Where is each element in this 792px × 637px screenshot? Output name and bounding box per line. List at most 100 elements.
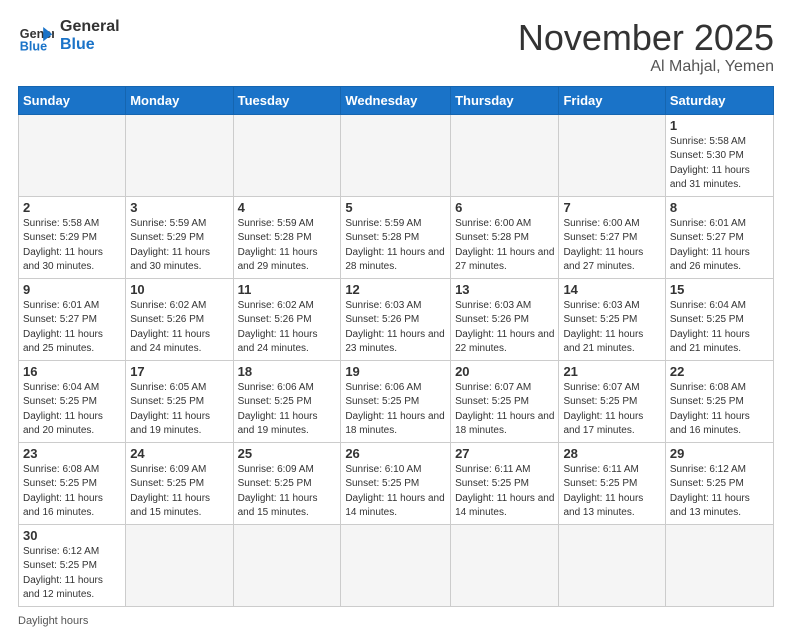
day-number: 20 [455, 364, 554, 379]
day-info: Sunrise: 6:09 AM Sunset: 5:25 PM Dayligh… [238, 463, 337, 521]
calendar-week-row: 23Sunrise: 6:08 AM Sunset: 5:25 PM Dayli… [19, 442, 774, 524]
calendar-cell: 21 Sunrise: 6:07 AM Sunset: 5:25 PM Dayli… [559, 360, 665, 442]
calendar-cell [665, 524, 773, 606]
calendar-cell [126, 524, 233, 606]
day-number: 21 [563, 364, 660, 379]
day-number: 3 [130, 200, 228, 215]
day-info: Sunrise: 6:08 AM Sunset: 5:25 PM Dayligh… [670, 381, 769, 439]
day-number: 17 [130, 364, 228, 379]
day-info: Sunrise: 5:59 AM Sunset: 5:28 PM Dayligh… [238, 217, 337, 275]
calendar-cell: 28 Sunrise: 6:11 AM Sunset: 5:25 PM Dayli… [559, 442, 665, 524]
day-info: Sunrise: 6:01 AM Sunset: 5:27 PM Dayligh… [670, 217, 769, 275]
svg-text:Blue: Blue [20, 39, 47, 53]
day-number: 18 [238, 364, 337, 379]
weekday-header-saturday: Saturday [665, 86, 773, 114]
logo: General Blue General Blue [18, 18, 120, 54]
day-number: 11 [238, 282, 337, 297]
day-info: Sunrise: 5:58 AM Sunset: 5:29 PM Dayligh… [23, 217, 121, 275]
calendar-cell: 19 Sunrise: 6:06 AM Sunset: 5:25 PM Dayli… [341, 360, 451, 442]
calendar-cell: 26Sunrise: 6:10 AM Sunset: 5:25 PM Dayli… [341, 442, 451, 524]
day-number: 6 [455, 200, 554, 215]
weekday-header-monday: Monday [126, 86, 233, 114]
day-number: 30 [23, 528, 121, 543]
day-info: Sunrise: 6:04 AM Sunset: 5:25 PM Dayligh… [23, 381, 121, 439]
day-info: Sunrise: 6:00 AM Sunset: 5:27 PM Dayligh… [563, 217, 660, 275]
day-info: Sunrise: 6:03 AM Sunset: 5:26 PM Dayligh… [455, 299, 554, 357]
calendar-cell: 10 Sunrise: 6:02 AM Sunset: 5:26 PM Dayli… [126, 278, 233, 360]
day-number: 10 [130, 282, 228, 297]
day-number: 1 [670, 118, 769, 133]
day-info: Sunrise: 6:10 AM Sunset: 5:25 PM Dayligh… [345, 463, 446, 521]
title-block: November 2025 Al Mahjal, Yemen [518, 18, 774, 76]
calendar-cell: 25 Sunrise: 6:09 AM Sunset: 5:25 PM Dayli… [233, 442, 341, 524]
calendar-week-row: 1Sunrise: 5:58 AM Sunset: 5:30 PM Daylig… [19, 114, 774, 196]
day-number: 19 [345, 364, 446, 379]
calendar-cell: 7 Sunrise: 6:00 AM Sunset: 5:27 PM Daylig… [559, 196, 665, 278]
day-number: 7 [563, 200, 660, 215]
calendar-cell: 8 Sunrise: 6:01 AM Sunset: 5:27 PM Daylig… [665, 196, 773, 278]
day-number: 22 [670, 364, 769, 379]
calendar-week-row: 30 Sunrise: 6:12 AM Sunset: 5:25 PM Dayli… [19, 524, 774, 606]
calendar-cell: 16Sunrise: 6:04 AM Sunset: 5:25 PM Dayli… [19, 360, 126, 442]
day-info: Sunrise: 6:02 AM Sunset: 5:26 PM Dayligh… [130, 299, 228, 357]
calendar-cell: 5 Sunrise: 5:59 AM Sunset: 5:28 PM Daylig… [341, 196, 451, 278]
day-number: 25 [238, 446, 337, 461]
day-info: Sunrise: 6:12 AM Sunset: 5:25 PM Dayligh… [670, 463, 769, 521]
day-info: Sunrise: 6:07 AM Sunset: 5:25 PM Dayligh… [455, 381, 554, 439]
day-number: 29 [670, 446, 769, 461]
day-number: 9 [23, 282, 121, 297]
footer-note: Daylight hours [18, 615, 774, 627]
calendar-cell [19, 114, 126, 196]
month-title: November 2025 [518, 18, 774, 58]
logo-icon: General Blue [18, 18, 54, 54]
day-number: 2 [23, 200, 121, 215]
day-info: Sunrise: 6:12 AM Sunset: 5:25 PM Dayligh… [23, 545, 121, 603]
day-number: 28 [563, 446, 660, 461]
day-number: 14 [563, 282, 660, 297]
day-info: Sunrise: 6:04 AM Sunset: 5:25 PM Dayligh… [670, 299, 769, 357]
weekday-header-thursday: Thursday [451, 86, 559, 114]
day-number: 5 [345, 200, 446, 215]
day-info: Sunrise: 6:05 AM Sunset: 5:25 PM Dayligh… [130, 381, 228, 439]
weekday-header-tuesday: Tuesday [233, 86, 341, 114]
day-number: 23 [23, 446, 121, 461]
day-number: 12 [345, 282, 446, 297]
calendar-cell: 1Sunrise: 5:58 AM Sunset: 5:30 PM Daylig… [665, 114, 773, 196]
day-info: Sunrise: 6:06 AM Sunset: 5:25 PM Dayligh… [345, 381, 446, 439]
calendar-week-row: 9Sunrise: 6:01 AM Sunset: 5:27 PM Daylig… [19, 278, 774, 360]
day-info: Sunrise: 6:07 AM Sunset: 5:25 PM Dayligh… [563, 381, 660, 439]
calendar-cell [126, 114, 233, 196]
calendar-cell: 11Sunrise: 6:02 AM Sunset: 5:26 PM Dayli… [233, 278, 341, 360]
calendar-cell: 2 Sunrise: 5:58 AM Sunset: 5:29 PM Daylig… [19, 196, 126, 278]
day-info: Sunrise: 6:06 AM Sunset: 5:25 PM Dayligh… [238, 381, 337, 439]
calendar-cell: 24Sunrise: 6:09 AM Sunset: 5:25 PM Dayli… [126, 442, 233, 524]
day-info: Sunrise: 5:59 AM Sunset: 5:29 PM Dayligh… [130, 217, 228, 275]
calendar-cell: 23Sunrise: 6:08 AM Sunset: 5:25 PM Dayli… [19, 442, 126, 524]
day-info: Sunrise: 6:09 AM Sunset: 5:25 PM Dayligh… [130, 463, 228, 521]
calendar-cell: 4Sunrise: 5:59 AM Sunset: 5:28 PM Daylig… [233, 196, 341, 278]
logo-blue: Blue [60, 36, 120, 54]
calendar-cell [559, 114, 665, 196]
calendar-week-row: 16Sunrise: 6:04 AM Sunset: 5:25 PM Dayli… [19, 360, 774, 442]
weekday-header-wednesday: Wednesday [341, 86, 451, 114]
day-info: Sunrise: 6:03 AM Sunset: 5:25 PM Dayligh… [563, 299, 660, 357]
day-info: Sunrise: 6:00 AM Sunset: 5:28 PM Dayligh… [455, 217, 554, 275]
logo-general: General [60, 18, 120, 36]
day-number: 15 [670, 282, 769, 297]
weekday-header-sunday: Sunday [19, 86, 126, 114]
day-number: 13 [455, 282, 554, 297]
day-info: Sunrise: 6:03 AM Sunset: 5:26 PM Dayligh… [345, 299, 446, 357]
calendar-cell [451, 524, 559, 606]
calendar-cell: 17 Sunrise: 6:05 AM Sunset: 5:25 PM Dayli… [126, 360, 233, 442]
calendar-week-row: 2 Sunrise: 5:58 AM Sunset: 5:29 PM Daylig… [19, 196, 774, 278]
page: General Blue General Blue November 2025 … [0, 0, 792, 637]
calendar-cell: 27Sunrise: 6:11 AM Sunset: 5:25 PM Dayli… [451, 442, 559, 524]
calendar-table: SundayMondayTuesdayWednesdayThursdayFrid… [18, 86, 774, 607]
day-info: Sunrise: 5:59 AM Sunset: 5:28 PM Dayligh… [345, 217, 446, 275]
day-info: Sunrise: 6:11 AM Sunset: 5:25 PM Dayligh… [563, 463, 660, 521]
calendar-cell [341, 114, 451, 196]
day-number: 8 [670, 200, 769, 215]
calendar-cell: 30 Sunrise: 6:12 AM Sunset: 5:25 PM Dayli… [19, 524, 126, 606]
calendar-cell: 12 Sunrise: 6:03 AM Sunset: 5:26 PM Dayli… [341, 278, 451, 360]
day-number: 27 [455, 446, 554, 461]
